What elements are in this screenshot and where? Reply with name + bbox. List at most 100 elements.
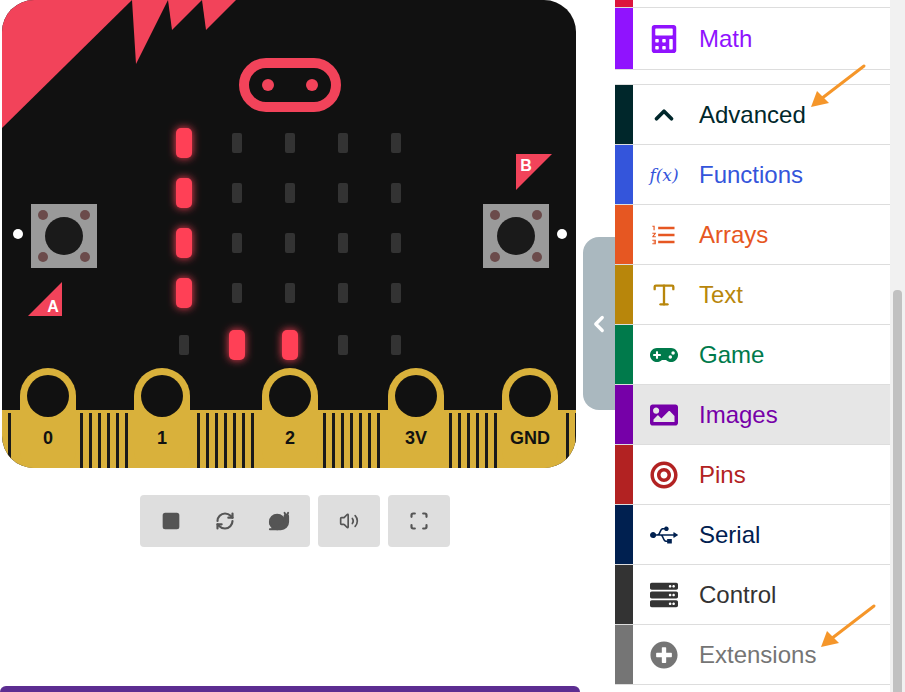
simulator-panel: 0 1 2 3V GND A B [0,0,580,692]
toolbox-category[interactable]: Images [615,385,890,445]
led [338,133,348,153]
toolbox-category[interactable]: f(x)Functions [615,145,890,205]
mute-button[interactable] [322,495,376,547]
svg-text:1: 1 [157,428,167,448]
logo-icon[interactable] [244,63,336,107]
annotation-arrow-icon [819,603,877,651]
fullscreen-button[interactable] [392,495,446,547]
button-b[interactable] [483,204,549,268]
led [282,330,298,360]
category-icon [647,565,681,624]
collapse-simulator-button[interactable] [583,237,615,410]
svg-text:0: 0 [43,428,53,448]
led [391,183,401,203]
category-label: Extensions [699,641,816,669]
led [232,283,242,303]
led [176,178,192,208]
category-stripe [615,445,633,504]
category-stripe [615,8,633,69]
led [232,133,242,153]
category-stripe [615,265,633,324]
led [391,335,401,355]
toolbox: Math Advanced f(x)Functions Arrays Text Game I… [615,0,890,692]
toolbox-category[interactable]: Math [615,8,890,70]
scrollbar-thumb[interactable] [893,290,902,692]
toolbox-category[interactable]: Advanced [615,85,890,145]
category-stripe [615,505,633,564]
svg-text:2: 2 [285,428,295,448]
led [391,133,401,153]
category-label: Arrays [699,221,768,249]
category-icon [647,445,681,504]
category-stripe [615,385,633,444]
category-label: Math [699,25,752,53]
toolbox-category[interactable]: Text [615,265,890,325]
led [285,183,295,203]
scrollbar[interactable] [890,0,905,692]
led [338,283,348,303]
category-icon [647,505,681,564]
category-label: Control [699,581,776,609]
category-icon [647,265,681,324]
led [176,278,192,308]
svg-text:A: A [47,298,59,315]
category-icon [647,8,681,69]
makecode-editor: 0 1 2 3V GND A B Math Advanced f(x)Functions Array… [0,0,905,692]
restart-icon [215,511,235,531]
category-icon [647,625,681,684]
pin[interactable]: 2 [262,368,318,468]
chevron-left-icon [586,311,612,337]
category-label: Images [699,401,778,429]
button-a-label: A [28,282,62,316]
bottom-bar [0,686,580,692]
pin[interactable]: 1 [134,368,190,468]
toolbox-category[interactable]: Serial [615,505,890,565]
category-icon [647,85,681,144]
led [285,133,295,153]
category-label: Advanced [699,101,806,129]
led [285,233,295,253]
led [338,183,348,203]
category-icon [647,385,681,444]
snail-icon [268,510,290,532]
toolbox-category[interactable] [615,0,890,8]
led [338,335,348,355]
led [176,228,192,258]
toolbox-category[interactable]: Control [615,565,890,625]
category-label: Functions [699,161,803,189]
category-label: Pins [699,461,746,489]
svg-text:GND: GND [510,428,550,448]
toolbox-category[interactable]: Pins [615,445,890,505]
led [232,183,242,203]
led [229,330,245,360]
pin[interactable]: GND [502,368,558,468]
category-icon [647,205,681,264]
stop-button[interactable] [144,495,198,547]
category-stripe [615,205,633,264]
button-a[interactable] [31,204,97,268]
microbit-board: 0 1 2 3V GND A B [0,0,580,470]
speaker-icon [339,511,359,531]
restart-button[interactable] [198,495,252,547]
toolbox-category[interactable]: Extensions [615,625,890,685]
category-label: Serial [699,521,760,549]
category-stripe [615,145,633,204]
category-label: Game [699,341,764,369]
category-label: Text [699,281,743,309]
toolbox-category[interactable]: Arrays [615,205,890,265]
simulator-toolbar [0,495,580,547]
fullscreen-icon [409,511,429,531]
pin[interactable]: 0 [20,368,76,468]
led [232,233,242,253]
svg-text:B: B [520,157,532,174]
button-b-label: B [516,154,552,190]
led [176,128,192,158]
category-stripe [615,625,633,684]
control-group [318,495,380,547]
control-group [140,495,310,547]
toolbox-category[interactable]: Game [615,325,890,385]
led [285,283,295,303]
led [391,233,401,253]
slow-motion-button[interactable] [252,495,306,547]
pin[interactable]: 3V [388,368,444,468]
